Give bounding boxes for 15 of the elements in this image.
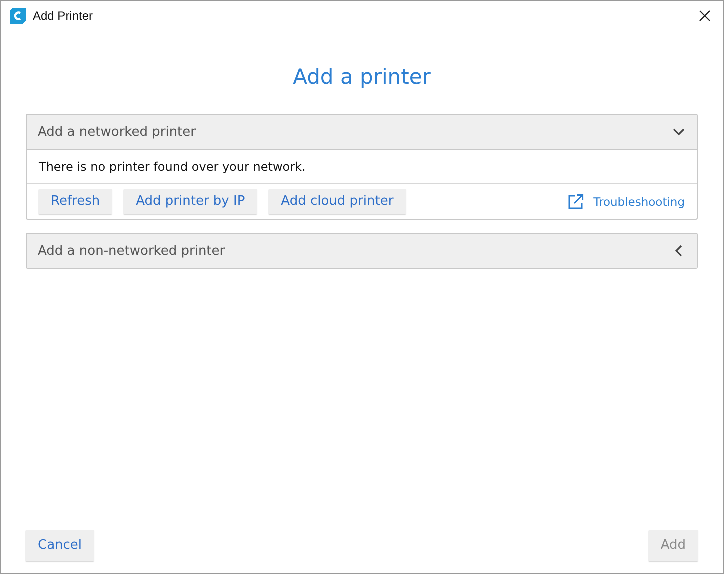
chevron-down-icon	[673, 126, 685, 138]
app-logo-icon	[10, 8, 26, 24]
section-header[interactable]: Add a networked printer	[27, 115, 697, 149]
troubleshooting-link[interactable]: Troubleshooting	[568, 194, 685, 210]
cancel-button[interactable]: Cancel	[26, 530, 94, 561]
section-header[interactable]: Add a non-networked printer	[27, 234, 697, 268]
dialog-heading: Add a printer	[292, 65, 432, 89]
window-title: Add Printer	[33, 9, 94, 23]
status-message: There is no printer found over your network.	[27, 149, 697, 184]
action-button[interactable]: Refresh	[39, 189, 112, 214]
chevron-left-icon	[673, 245, 685, 257]
external-link-icon	[568, 194, 584, 210]
close-icon	[699, 10, 711, 22]
action-button[interactable]: Add cloud printer	[269, 189, 406, 214]
action-button[interactable]: Add printer by IP	[124, 189, 258, 214]
